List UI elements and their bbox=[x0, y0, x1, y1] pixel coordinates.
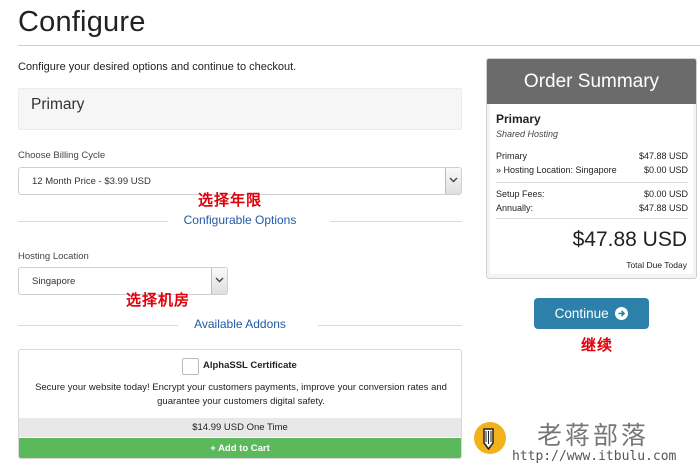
summary-product-group: Shared Hosting bbox=[496, 129, 559, 139]
page-title: Configure bbox=[18, 6, 146, 38]
summary-fee-label: Setup Fees: bbox=[496, 189, 545, 199]
summary-line-label: Primary bbox=[496, 151, 527, 161]
chevron-down-icon[interactable] bbox=[445, 168, 461, 194]
continue-button[interactable]: Continue bbox=[534, 298, 649, 329]
configurable-options-heading: Configurable Options bbox=[18, 213, 462, 229]
summary-fee-value: $0.00 USD bbox=[643, 189, 688, 199]
arrow-circle-right-icon bbox=[615, 300, 629, 331]
product-name: Primary bbox=[31, 96, 85, 113]
plus-icon: + bbox=[210, 443, 216, 454]
order-summary-body: Primary Shared Hosting Primary $47.88 US… bbox=[490, 104, 693, 274]
summary-total-label: Total Due Today bbox=[626, 260, 687, 270]
annotation-choose-datacenter: 选择机房 bbox=[126, 291, 191, 309]
order-summary: Order Summary Primary Shared Hosting Pri… bbox=[486, 58, 697, 279]
product-box: Primary bbox=[18, 88, 462, 130]
addon-card: AlphaSSL Certificate Secure your website… bbox=[18, 349, 462, 459]
available-addons-title: Available Addons bbox=[194, 317, 286, 331]
summary-fee-label: Annually: bbox=[496, 203, 534, 213]
summary-line-value: $0.00 USD bbox=[643, 165, 688, 175]
annotation-continue: 继续 bbox=[581, 336, 614, 354]
summary-product-name: Primary bbox=[496, 112, 541, 126]
addon-description: Secure your website today! Encrypt your … bbox=[35, 382, 447, 407]
configurable-options-title: Configurable Options bbox=[183, 213, 297, 227]
billing-cycle-label: Choose Billing Cycle bbox=[18, 150, 106, 161]
pen-logo-icon bbox=[473, 421, 507, 455]
summary-line-label: » Hosting Location: Singapore bbox=[496, 165, 617, 175]
add-to-cart-button[interactable]: + Add to Cart bbox=[19, 438, 461, 458]
watermark-name: 老蒋部落 bbox=[537, 421, 650, 450]
chevron-down-icon[interactable] bbox=[211, 268, 227, 294]
addon-checkbox[interactable] bbox=[182, 358, 199, 375]
order-summary-title: Order Summary bbox=[487, 59, 696, 104]
hosting-location-value: Singapore bbox=[32, 276, 76, 287]
available-addons-heading: Available Addons bbox=[18, 317, 462, 333]
addon-name[interactable]: AlphaSSL Certificate bbox=[203, 360, 297, 371]
summary-fee-value: $47.88 USD bbox=[638, 203, 688, 213]
continue-label: Continue bbox=[554, 306, 609, 321]
summary-total: $47.88 USD bbox=[572, 228, 687, 251]
hosting-location-label: Hosting Location bbox=[18, 251, 89, 262]
hosting-location-select[interactable]: Singapore bbox=[18, 267, 228, 295]
addon-price: $14.99 USD One Time bbox=[19, 418, 461, 437]
summary-line-value: $47.88 USD bbox=[638, 151, 688, 161]
intro-text: Configure your desired options and conti… bbox=[18, 61, 297, 73]
title-divider bbox=[18, 45, 700, 46]
summary-divider bbox=[496, 182, 688, 183]
add-to-cart-label: Add to Cart bbox=[218, 443, 270, 454]
annotation-choose-term: 选择年限 bbox=[198, 191, 263, 209]
billing-cycle-value: 12 Month Price - $3.99 USD bbox=[32, 176, 151, 187]
watermark-url: http://www.itbulu.com bbox=[512, 449, 677, 464]
summary-divider bbox=[496, 218, 688, 219]
